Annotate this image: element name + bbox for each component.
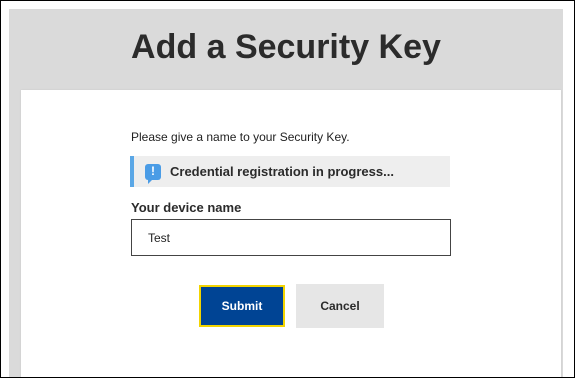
page-title: Add a Security Key [131, 28, 441, 66]
device-name-input[interactable] [131, 219, 451, 256]
security-key-form-card: Please give a name to your Security Key.… [21, 90, 561, 377]
form-instruction: Please give a name to your Security Key. [131, 130, 350, 144]
status-banner: Credential registration in progress... [130, 156, 450, 187]
status-message: Credential registration in progress... [170, 164, 394, 179]
submit-button[interactable]: Submit [199, 285, 285, 327]
info-exclamation-icon [145, 163, 161, 184]
screenshot-frame: Add a Security Key Please give a name to… [0, 0, 575, 378]
cancel-button[interactable]: Cancel [296, 284, 384, 328]
device-name-label: Your device name [131, 200, 242, 215]
